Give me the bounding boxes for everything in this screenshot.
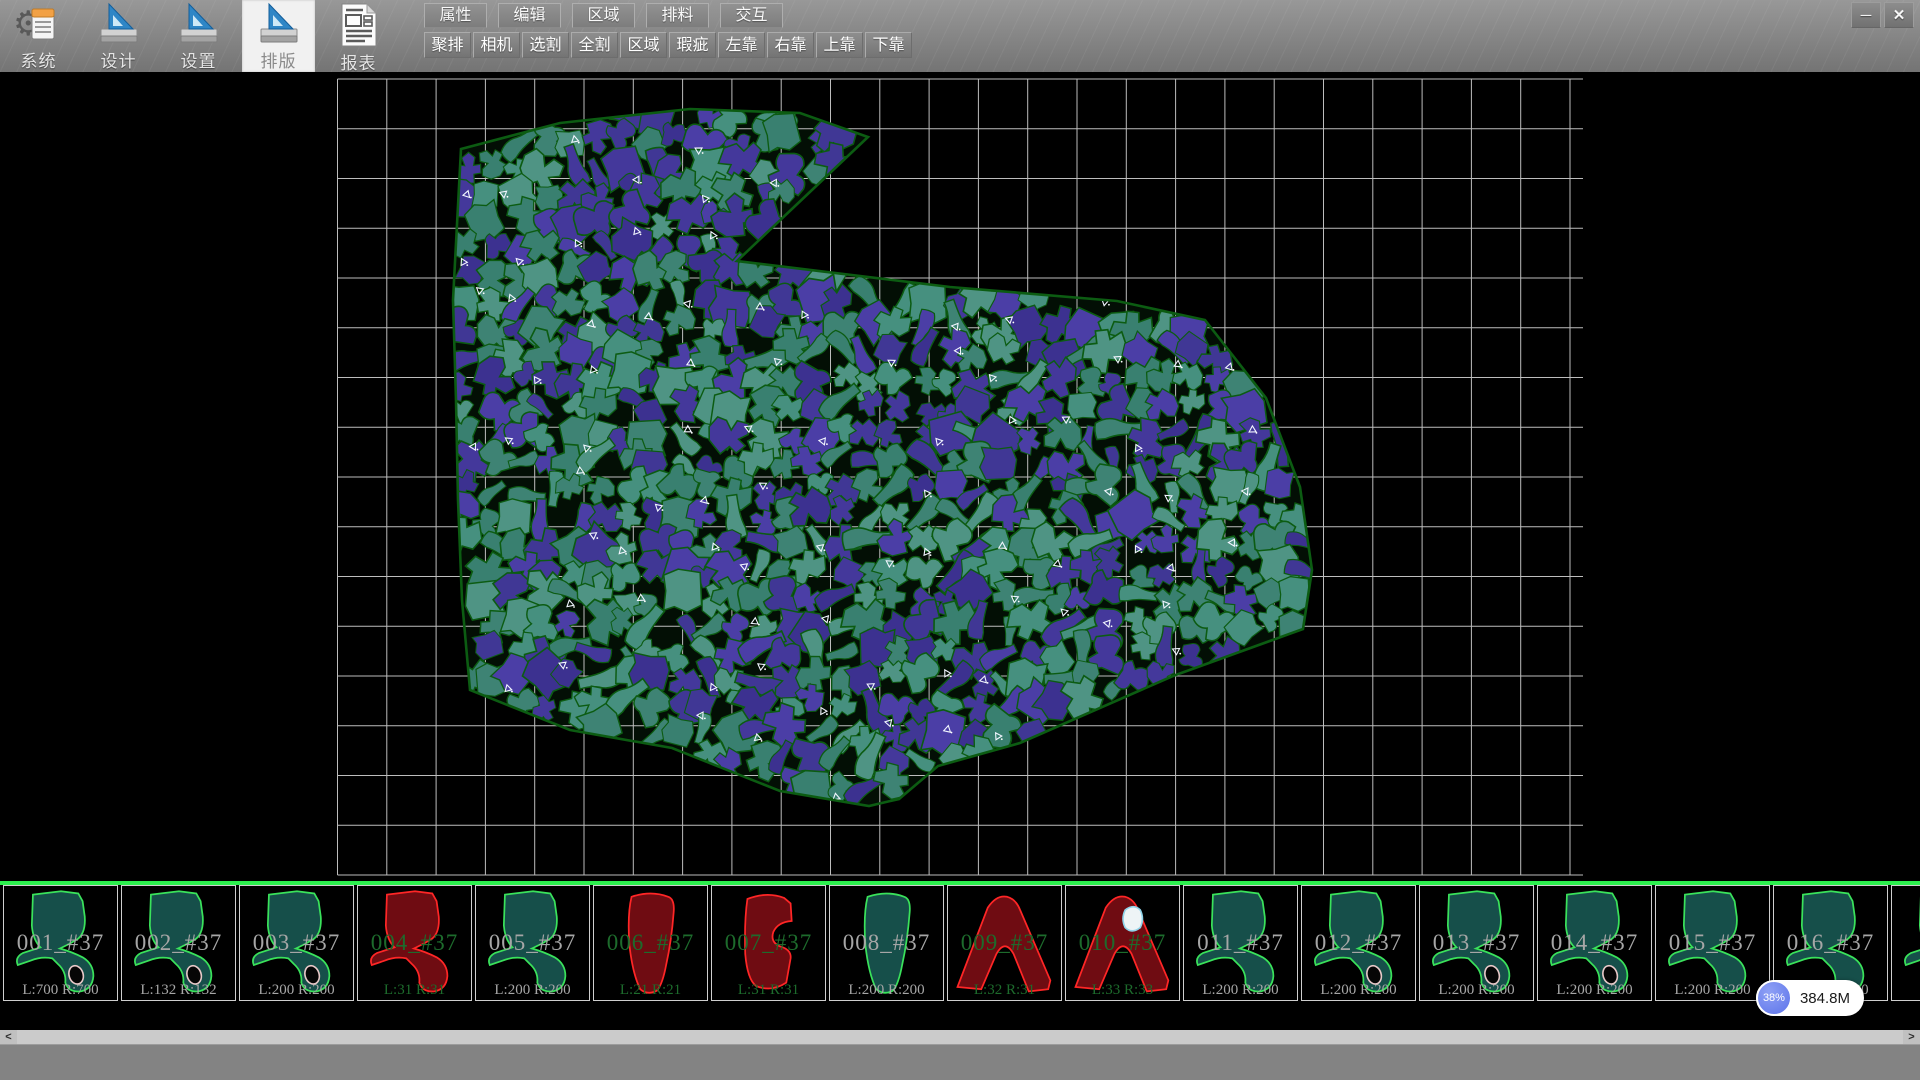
part-lr-label: L:33 R:33	[1066, 982, 1179, 999]
part-thumbnail-014_#37[interactable]: 014_#37 L:200 R:200	[1537, 885, 1652, 1001]
part-lr-label: L:200 R:200	[1184, 982, 1297, 999]
report-icon	[335, 2, 383, 48]
part-lr-label: L:200 R:200	[240, 982, 353, 999]
part-id-label: 002_#37	[122, 930, 235, 956]
part-lr-label: L:31 R:31	[358, 982, 471, 999]
app-button-label: 系统	[21, 47, 57, 72]
part-id-label: 012_#37	[1302, 930, 1415, 956]
part-id-label: 003_#37	[240, 930, 353, 956]
tool-button-瑕疵-5[interactable]: 瑕疵	[669, 32, 716, 58]
memory-label: 384.8M	[1800, 990, 1850, 1007]
part-thumbnail-013_#37[interactable]: 013_#37 L:200 R:200	[1419, 885, 1534, 1001]
cpu-percent-indicator: 38%	[1756, 980, 1792, 1016]
tool-button-左靠-6[interactable]: 左靠	[718, 32, 765, 58]
part-id-label: 011_#37	[1184, 930, 1297, 956]
window-controls: ─ ✕	[1848, 2, 1914, 28]
ruler-icon	[175, 2, 223, 46]
ruler-icon	[255, 2, 303, 46]
tool-button-区域-4[interactable]: 区域	[620, 32, 667, 58]
tool-button-选割-2[interactable]: 选割	[522, 32, 569, 58]
part-thumbnail-009_#37[interactable]: 009_#37 L:32 R:31	[947, 885, 1062, 1001]
nesting-canvas-svg	[0, 72, 1920, 881]
app-button-label: 设置	[181, 47, 217, 72]
part-id-label: 001_#37	[4, 930, 117, 956]
minimize-button[interactable]: ─	[1851, 2, 1881, 28]
part-id-label: 015_#37	[1656, 930, 1769, 956]
part-filmstrip: 001_#37L:700 R:700002_#37L:132 R:132003_…	[0, 885, 1920, 1002]
tool-button-上靠-8[interactable]: 上靠	[816, 32, 863, 58]
part-id-label: 008_#37	[830, 930, 943, 956]
part-lr-label: L:200 R:200	[476, 982, 589, 999]
app-button-报表[interactable]: 报表	[322, 0, 395, 72]
part-lr-label: L:200 R:200	[1538, 982, 1651, 999]
ruler-icon	[95, 2, 143, 46]
part-thumbnail-011_#37[interactable]: 011_#37 L:200 R:200	[1183, 885, 1298, 1001]
app-button-label: 设计	[101, 47, 137, 72]
part-id-label: 009_#37	[948, 930, 1061, 956]
menu-item-编辑[interactable]: 编辑	[498, 3, 561, 28]
part-lr-label: L:200 R:200	[1302, 982, 1415, 999]
tool-button-下靠-9[interactable]: 下靠	[865, 32, 912, 58]
menu-bar: 属性编辑区域排料交互	[424, 3, 794, 28]
part-lr-label: L:200 R:200	[1420, 982, 1533, 999]
tool-button-row: 聚排相机选割全割区域瑕疵左靠右靠上靠下靠	[424, 32, 914, 58]
app-button-排版[interactable]: 排版	[242, 0, 315, 72]
part-id-label: 014_#37	[1538, 930, 1651, 956]
memory-badge[interactable]: 38% 384.8M	[1756, 980, 1864, 1016]
part-thumbnail-003_#37[interactable]: 003_#37 L:200 R:200	[239, 885, 354, 1001]
menu-item-属性[interactable]: 属性	[424, 3, 487, 28]
part-thumbnail-pos-16[interactable]	[1891, 885, 1920, 1001]
part-thumbnail-005_#37[interactable]: 005_#37 L:200 R:200	[475, 885, 590, 1001]
app-button-设置[interactable]: 设置	[162, 0, 235, 72]
status-bar	[0, 1044, 1920, 1080]
part-id-label: 010_#37	[1066, 930, 1179, 956]
part-thumbnail-015_#37[interactable]: 015_#37 L:200 R:200	[1655, 885, 1770, 1001]
part-id-label: 016_#37	[1774, 930, 1887, 956]
part-lr-label: L:21 R:21	[594, 982, 707, 999]
menu-item-排料[interactable]: 排料	[646, 3, 709, 28]
nesting-canvas[interactable]	[0, 72, 1920, 881]
titlebar: ⚙ 系统 设计 设置 排版 报表 属性编辑区域排料交互 聚排相机选割全割区域瑕疵…	[0, 0, 1920, 72]
part-thumbnail-001_#37[interactable]: 001_#37 L:700 R:700	[3, 885, 118, 1001]
tool-button-相机-1[interactable]: 相机	[473, 32, 520, 58]
close-button[interactable]: ✕	[1884, 2, 1914, 28]
part-id-label: 013_#37	[1420, 930, 1533, 956]
part-thumbnail-008_#37[interactable]: 008_#37 L:200 R:200	[829, 885, 944, 1001]
part-thumbnail-002_#37[interactable]: 002_#37 L:132 R:132	[121, 885, 236, 1001]
part-thumbnail-004_#37[interactable]: 004_#37 L:31 R:31	[357, 885, 472, 1001]
gear-icon: ⚙	[15, 2, 63, 46]
app-button-设计[interactable]: 设计	[82, 0, 155, 72]
scroll-left-arrow-icon[interactable]: <	[0, 1030, 17, 1044]
part-lr-label: L:200 R:200	[1656, 982, 1769, 999]
part-id-label: 005_#37	[476, 930, 589, 956]
tool-button-右靠-7[interactable]: 右靠	[767, 32, 814, 58]
part-thumbnail-010_#37[interactable]: 010_#37 L:33 R:33	[1065, 885, 1180, 1001]
part-lr-label: L:32 R:31	[948, 982, 1061, 999]
tool-button-聚排-0[interactable]: 聚排	[424, 32, 471, 58]
app-button-label: 排版	[261, 47, 297, 72]
menu-item-区域[interactable]: 区域	[572, 3, 635, 28]
part-shape	[1895, 888, 1920, 998]
app-button-系统[interactable]: ⚙ 系统	[2, 0, 75, 72]
nested-pieces	[431, 95, 1325, 816]
horizontal-scrollbar[interactable]: < >	[0, 1030, 1920, 1044]
part-thumbnail-012_#37[interactable]: 012_#37 L:200 R:200	[1301, 885, 1416, 1001]
app-button-label: 报表	[341, 49, 377, 74]
app-button-group: ⚙ 系统 设计 设置 排版 报表	[2, 0, 402, 72]
part-id-label: 004_#37	[358, 930, 471, 956]
part-lr-label: L:132 R:132	[122, 982, 235, 999]
part-thumbnail-007_#37[interactable]: 007_#37 L:31 R:31	[711, 885, 826, 1001]
part-thumbnail-006_#37[interactable]: 006_#37 L:21 R:21	[593, 885, 708, 1001]
percent-label: 38%	[1763, 992, 1785, 1004]
part-lr-label: L:200 R:200	[830, 982, 943, 999]
part-lr-label: L:31 R:31	[712, 982, 825, 999]
tool-button-全割-3[interactable]: 全割	[571, 32, 618, 58]
part-id-label: 007_#37	[712, 930, 825, 956]
menu-item-交互[interactable]: 交互	[720, 3, 783, 28]
scroll-right-arrow-icon[interactable]: >	[1903, 1030, 1920, 1044]
part-lr-label: L:700 R:700	[4, 982, 117, 999]
part-id-label: 006_#37	[594, 930, 707, 956]
